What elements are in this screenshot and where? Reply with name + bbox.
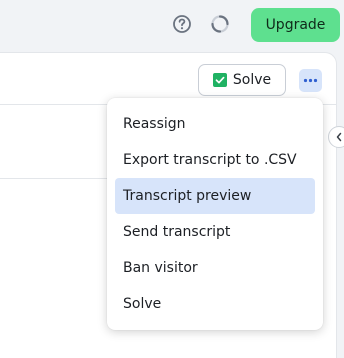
check-square-icon (212, 73, 227, 87)
top-bar: Upgrade (0, 0, 344, 52)
menu-item-send-transcript[interactable]: Send transcript (115, 214, 315, 250)
solve-button-label: Solve (232, 72, 272, 88)
chevron-left-icon (336, 132, 342, 142)
content-divider (0, 178, 108, 179)
help-icon[interactable] (171, 13, 193, 35)
menu-item-ban-visitor[interactable]: Ban visitor (115, 250, 315, 286)
menu-item-solve[interactable]: Solve (115, 286, 315, 322)
solve-button[interactable]: Solve (198, 64, 286, 96)
collapse-sidebar-button[interactable] (328, 126, 344, 148)
more-options-button[interactable] (299, 69, 322, 92)
menu-item-reassign[interactable]: Reassign (115, 106, 315, 142)
upgrade-button[interactable]: Upgrade (251, 8, 340, 42)
loading-spinner-icon (209, 13, 231, 35)
more-horizontal-icon (303, 78, 318, 83)
more-options-menu: Reassign Export transcript to .CSV Trans… (107, 98, 323, 330)
menu-item-transcript-preview[interactable]: Transcript preview (115, 178, 315, 214)
menu-item-export-transcript-csv[interactable]: Export transcript to .CSV (115, 142, 315, 178)
